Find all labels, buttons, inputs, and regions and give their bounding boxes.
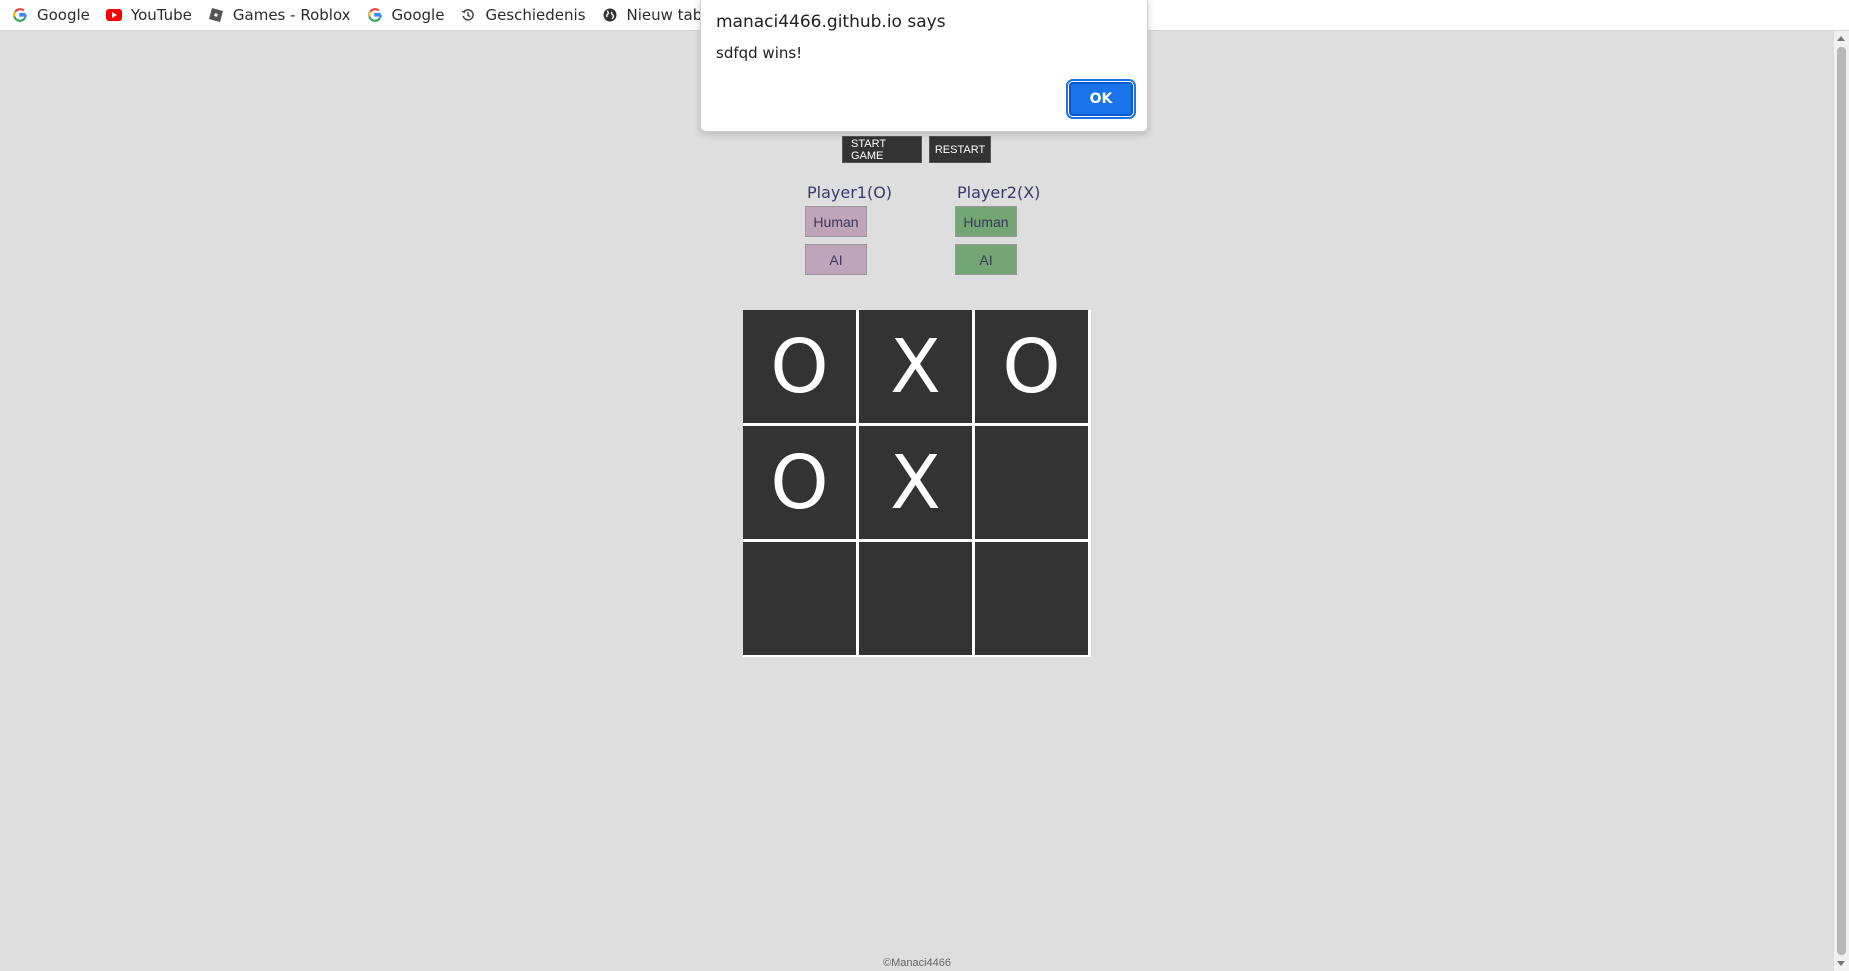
scroll-thumb[interactable] [1837,47,1846,955]
youtube-icon [105,7,122,23]
roblox-icon [208,7,224,23]
board-cell[interactable] [743,542,856,655]
alert-title: manaci4466.github.io says [716,12,946,32]
board-cell[interactable] [975,542,1088,655]
board-cell[interactable]: O [975,310,1088,423]
player1-label: Player1(O) [807,183,893,202]
alert-dialog: manaci4466.github.io says sdfqd wins! OK [700,0,1148,132]
player2-label: Player2(X) [957,183,1041,202]
board-cell[interactable]: O [743,310,856,423]
bookmark-youtube[interactable]: YouTube [105,3,199,27]
scroll-up-arrow-icon[interactable] [1837,36,1845,41]
bookmark-label: YouTube [130,6,192,24]
player2-ai-button[interactable]: AI [955,244,1017,275]
start-game-button[interactable]: START GAME [842,136,922,163]
footer-copyright: ©Manaci4466 [882,957,952,969]
globe-icon [602,7,618,23]
google-icon [12,7,28,23]
bookmark-label: Google [391,6,445,24]
player1-human-button[interactable]: Human [805,206,867,237]
alert-ok-button[interactable]: OK [1066,79,1136,119]
player1-panel: Player1(O) Human AI [805,182,892,275]
board-cell[interactable]: O [743,426,856,539]
vertical-scrollbar[interactable] [1834,31,1849,971]
alert-message: sdfqd wins! [716,44,803,62]
game-board: O X O O X [743,310,1091,657]
bookmark-google-1[interactable]: Google [12,3,97,27]
player2-panel: Player2(X) Human AI [955,182,1040,275]
history-icon [460,7,476,23]
bookmark-label: Google [37,6,90,24]
player2-human-button[interactable]: Human [955,206,1017,237]
scroll-down-arrow-icon[interactable] [1837,961,1845,966]
bookmark-label: Games - Roblox [232,6,351,24]
board-cell[interactable]: X [859,426,972,539]
board-cell[interactable] [859,542,972,655]
bookmark-roblox[interactable]: Games - Roblox [208,3,358,27]
bookmark-history[interactable]: Geschiedenis [460,3,592,27]
restart-button[interactable]: RESTART [929,136,991,163]
board-cell[interactable] [975,426,1088,539]
player1-ai-button[interactable]: AI [805,244,867,275]
google-icon [367,7,383,23]
bookmark-google-2[interactable]: Google [367,3,452,27]
bookmark-label: Geschiedenis [485,6,586,24]
board-cell[interactable]: X [859,310,972,423]
game-controls: START GAME RESTART [842,136,991,163]
